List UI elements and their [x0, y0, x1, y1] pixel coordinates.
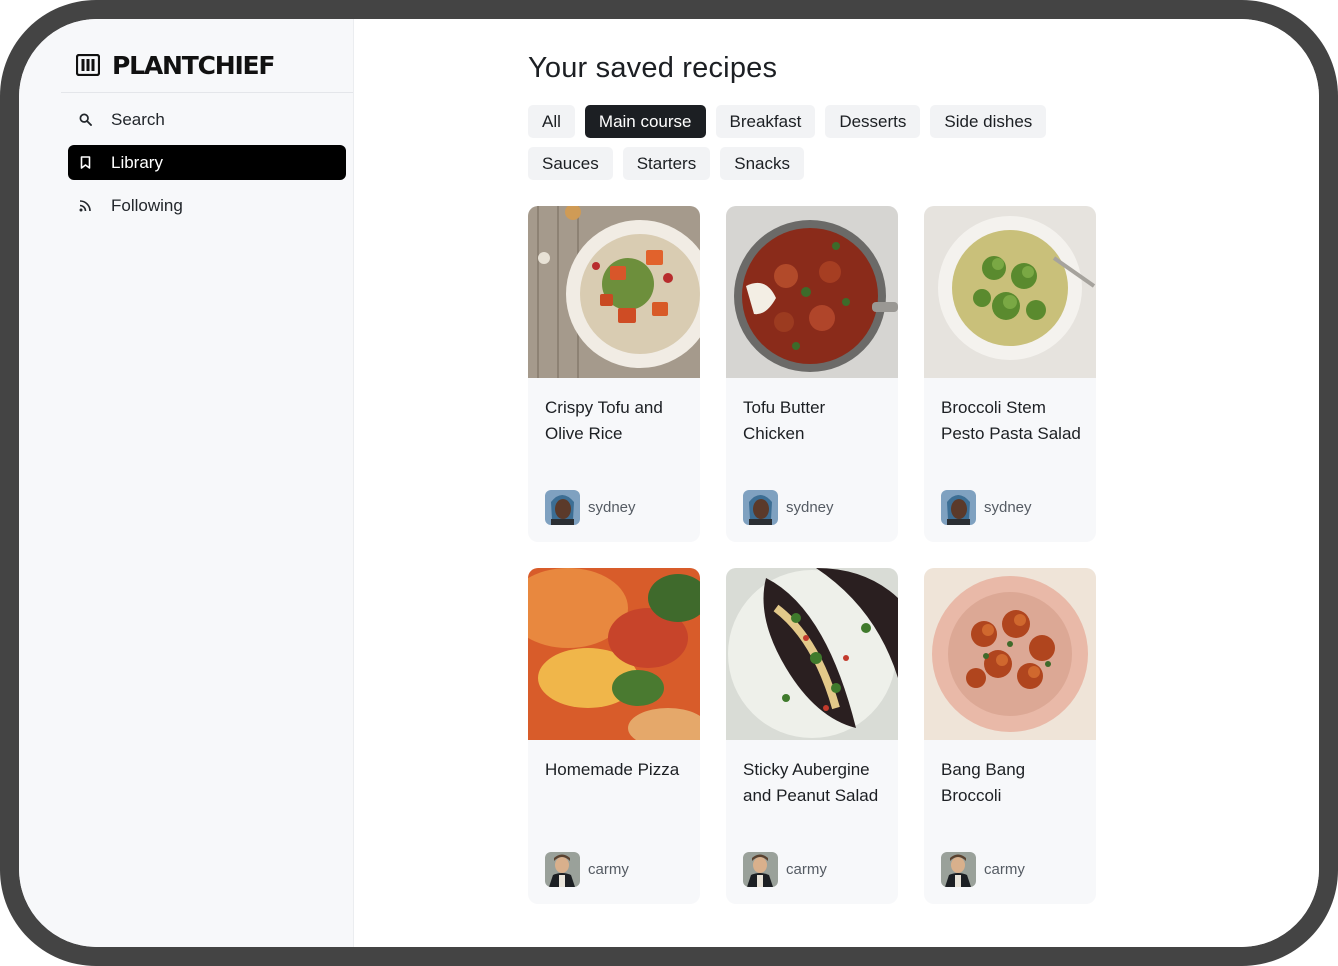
recipe-author[interactable]: carmy — [545, 852, 629, 887]
sidebar-item-library[interactable]: Library — [68, 145, 346, 180]
sidebar-item-label: Library — [111, 152, 163, 172]
filter-chip-desserts[interactable]: Desserts — [825, 105, 921, 138]
filter-chip-starters[interactable]: Starters — [622, 147, 711, 180]
filter-chip-breakfast[interactable]: Breakfast — [715, 105, 816, 138]
author-name: sydney — [786, 499, 834, 516]
recipe-author[interactable]: sydney — [941, 490, 1032, 525]
sidebar-item-label: Search — [111, 109, 165, 129]
device-frame: PLANTCHIEF Search Library Following Your… — [0, 0, 1338, 966]
avatar — [941, 490, 976, 525]
utensils-logo-icon — [76, 54, 100, 76]
brand[interactable]: PLANTCHIEF — [76, 50, 276, 80]
recipe-title: Bang Bang Broccoli — [941, 760, 1026, 805]
author-name: sydney — [588, 499, 636, 516]
recipe-photo — [528, 568, 700, 740]
avatar — [743, 852, 778, 887]
recipe-author[interactable]: carmy — [743, 852, 827, 887]
filter-chip-main-course[interactable]: Main course — [584, 105, 706, 138]
sidebar: PLANTCHIEF Search Library Following — [19, 19, 354, 947]
brand-name: PLANTCHIEF — [112, 50, 276, 80]
bookmark-icon — [78, 155, 93, 170]
avatar — [941, 852, 976, 887]
app-screen: PLANTCHIEF Search Library Following Your… — [19, 19, 1319, 947]
recipe-author[interactable]: sydney — [743, 490, 834, 525]
search-icon — [78, 112, 93, 127]
recipe-card[interactable]: Broccoli Stem Pesto Pasta Salad sydney — [924, 206, 1096, 542]
recipe-title: Homemade Pizza — [545, 760, 680, 779]
author-name: sydney — [984, 499, 1032, 516]
filter-chip-snacks[interactable]: Snacks — [720, 147, 804, 180]
sidebar-divider — [61, 92, 353, 93]
avatar — [545, 490, 580, 525]
main-content: Your saved recipes All Main course Break… — [354, 19, 1319, 947]
sidebar-item-following[interactable]: Following — [68, 188, 346, 223]
category-filters: All Main course Breakfast Desserts Side … — [528, 105, 1088, 189]
recipe-card[interactable]: Tofu Butter Chicken sydney — [726, 206, 898, 542]
recipe-card[interactable]: Homemade Pizza carmy — [528, 568, 700, 904]
page-title: Your saved recipes — [528, 52, 778, 84]
recipe-card[interactable]: Crispy Tofu and Olive Rice sydney — [528, 206, 700, 542]
sidebar-item-search[interactable]: Search — [68, 102, 346, 137]
author-name: carmy — [588, 861, 629, 878]
recipe-author[interactable]: sydney — [545, 490, 636, 525]
recipe-title: Tofu Butter Chicken — [743, 398, 826, 443]
author-name: carmy — [786, 861, 827, 878]
rss-icon — [78, 198, 93, 213]
recipe-title: Sticky Aubergine and Peanut Salad — [743, 760, 879, 805]
recipe-photo — [924, 568, 1096, 740]
recipe-photo — [726, 206, 898, 378]
filter-chip-all[interactable]: All — [528, 105, 575, 138]
sidebar-item-label: Following — [111, 195, 183, 215]
recipe-card[interactable]: Bang Bang Broccoli carmy — [924, 568, 1096, 904]
recipe-title: Crispy Tofu and Olive Rice — [545, 398, 663, 443]
recipe-author[interactable]: carmy — [941, 852, 1025, 887]
filter-chip-side-dishes[interactable]: Side dishes — [930, 105, 1047, 138]
recipe-photo — [528, 206, 700, 378]
avatar — [545, 852, 580, 887]
recipe-title: Broccoli Stem Pesto Pasta Salad — [941, 398, 1081, 443]
recipe-grid: Crispy Tofu and Olive Rice sydney Tofu B… — [528, 206, 1096, 904]
recipe-card[interactable]: Sticky Aubergine and Peanut Salad carmy — [726, 568, 898, 904]
sidebar-nav: Search Library Following — [68, 102, 346, 231]
recipe-photo — [726, 568, 898, 740]
author-name: carmy — [984, 861, 1025, 878]
recipe-photo — [924, 206, 1096, 378]
avatar — [743, 490, 778, 525]
filter-chip-sauces[interactable]: Sauces — [528, 147, 613, 180]
